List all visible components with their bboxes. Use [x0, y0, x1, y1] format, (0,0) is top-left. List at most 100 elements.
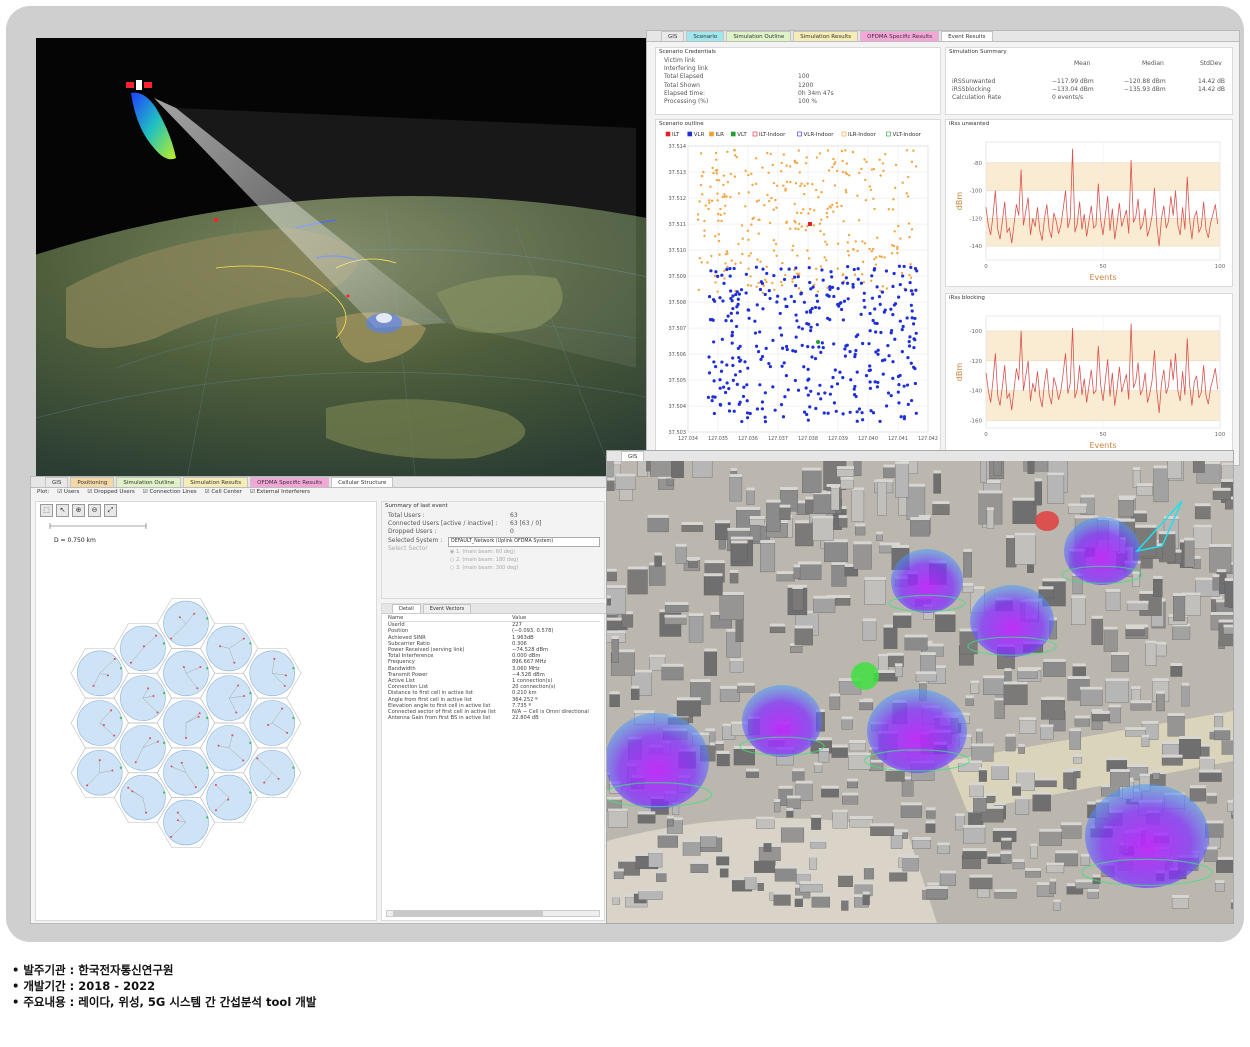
scatter-point-vlr	[891, 376, 895, 380]
building	[612, 897, 620, 905]
check-cell-center[interactable]: ☑ Cell Center	[205, 489, 242, 495]
building	[1189, 788, 1206, 802]
user-dot	[283, 684, 286, 687]
building-roof	[1103, 626, 1118, 630]
scatter-point-ilr	[864, 178, 867, 182]
cell-center	[119, 766, 123, 769]
cellular-structure-canvas[interactable]: ⬚ ↖ ⊕ ⊖ ⤢ D = 0.750 km	[35, 501, 377, 921]
tab-positioning[interactable]: Positioning	[70, 477, 115, 487]
tab-event-results[interactable]: Event Results	[941, 31, 993, 41]
irss-unwanted-chart[interactable]: -80 -100 -120 -140 0 50 100 Events dBm	[946, 128, 1232, 286]
scatter-point-ilr	[725, 250, 729, 253]
building	[849, 818, 874, 828]
building-roof	[1162, 741, 1180, 745]
building-roof	[799, 881, 823, 885]
scatter-point-ilr	[770, 196, 773, 200]
scatter-point-ilr	[874, 263, 878, 266]
user-dot	[242, 759, 245, 762]
tab-ofdma-results[interactable]: OFDMA Specific Results	[250, 477, 330, 487]
scatter-point-ilr	[721, 195, 724, 199]
building	[666, 478, 674, 486]
building	[904, 637, 928, 651]
building	[878, 656, 889, 673]
scatter-point-vlr	[779, 402, 784, 407]
tab-simulation-outline[interactable]: Simulation Outline	[116, 477, 182, 487]
tab-gis[interactable]: GIS	[45, 477, 69, 487]
scatter-point-ilr	[784, 187, 787, 190]
scenario-outline-plot[interactable]: ILT VLR ILR VLT ILT-Indoor VLR-Indoor ILR-Indo…	[656, 128, 940, 454]
scatter-point-vlr	[799, 292, 803, 296]
scatter-point-ilr	[754, 182, 758, 186]
check-connection-lines[interactable]: ☑ Connection Lines	[143, 489, 197, 495]
tab-event-vectors[interactable]: Event Vectors	[422, 604, 472, 613]
building-roof	[1224, 578, 1233, 582]
scatter-point-vlr	[735, 382, 739, 386]
scatter-point-vlr	[737, 355, 741, 360]
tab-ofdma-results[interactable]: OFDMA Specific Results	[860, 31, 940, 41]
tab-simulation-results[interactable]: Simulation Results	[183, 477, 249, 487]
building	[1015, 799, 1030, 815]
scatter-point-vlr	[880, 290, 885, 294]
scatter-point-vlr	[868, 386, 872, 390]
credential-label: Processing (%)	[664, 98, 709, 106]
scatter-point-vlr	[763, 415, 767, 419]
credential-value	[798, 57, 834, 65]
building	[901, 779, 914, 797]
fit-view-icon[interactable]: ⤢	[104, 504, 117, 517]
scatter-point-vlr	[846, 264, 850, 269]
scatter-point-vlr	[711, 395, 715, 399]
user-dot	[127, 786, 130, 789]
check-users[interactable]: ☑ Users	[57, 489, 79, 495]
scatter-y-tick: 37.508	[669, 300, 687, 306]
zoom-out-icon[interactable]: ⊖	[88, 504, 101, 517]
sector-radio-1[interactable]: ◉ 1. (main beam: 60 deg)	[450, 548, 518, 556]
check-external-interferers[interactable]: ☑ External Interferers	[250, 489, 310, 495]
check-dropped-users[interactable]: ☑ Dropped Users	[87, 489, 134, 495]
tab-cellular-structure[interactable]: Cellular Structure	[331, 477, 394, 487]
tab-scenario[interactable]: Scenario	[686, 31, 725, 41]
sector-radio-3[interactable]: ○ 3. (main beam: 300 deg)	[450, 564, 518, 572]
building-roof	[1071, 595, 1086, 599]
horizontal-scrollbar[interactable]	[386, 910, 600, 917]
building	[619, 489, 633, 501]
building-roof	[926, 886, 948, 890]
scatter-point-vlr	[912, 365, 916, 369]
sector-radio-2[interactable]: ○ 2. (main beam: 180 deg)	[450, 556, 518, 564]
select-tool-icon[interactable]: ⬚	[40, 504, 53, 517]
pointer-tool-icon[interactable]: ↖	[56, 504, 69, 517]
cellular-window: GIS Positioning Simulation Outline Simul…	[30, 476, 608, 924]
building	[607, 480, 615, 491]
building	[1018, 746, 1025, 754]
building-roof	[746, 487, 755, 491]
tab-detail[interactable]: Detail	[392, 604, 421, 613]
building	[1136, 486, 1153, 496]
scatter-point-vlr	[780, 364, 784, 368]
summary-labels: iRSSunwanted iRSSblocking Calculation Ra…	[952, 78, 1001, 103]
scatter-point-vlr	[853, 354, 857, 359]
selected-system-select[interactable]: DEFAULT_Network (Uplink OFDMA System)	[448, 537, 600, 547]
city-3d-view[interactable]: GIS	[606, 450, 1234, 924]
station-marker	[851, 662, 879, 690]
zoom-in-icon[interactable]: ⊕	[72, 504, 85, 517]
scatter-point-ilr	[780, 161, 783, 165]
user-dot	[199, 666, 202, 669]
tab-gis[interactable]: GIS	[661, 31, 685, 41]
building-roof	[878, 653, 889, 657]
cell-center	[292, 716, 295, 720]
irss-blocking-chart[interactable]: -100 -120 -140 -160 0 50 100 Events dBm	[946, 302, 1232, 454]
tab-simulation-results[interactable]: Simulation Results	[793, 31, 859, 41]
scatter-point-vlr	[732, 409, 736, 413]
scatter-point-ilr	[853, 273, 857, 276]
scatter-point-vlr	[815, 299, 820, 303]
scatter-point-vlr	[819, 397, 823, 401]
irss-blocking-title: iRss blocking	[949, 295, 985, 301]
globe-gis-view[interactable]	[36, 38, 652, 484]
scatter-point-vlr	[772, 274, 776, 278]
detail-row[interactable]: Antenna Gain from first BS in active lis…	[388, 715, 600, 721]
tab-simulation-outline[interactable]: Simulation Outline	[726, 31, 792, 41]
building	[763, 842, 772, 852]
credential-label: Total Shown	[664, 81, 700, 89]
scatter-point-ilr	[744, 169, 747, 173]
cell-center	[249, 642, 252, 645]
building-roof	[1193, 524, 1212, 528]
